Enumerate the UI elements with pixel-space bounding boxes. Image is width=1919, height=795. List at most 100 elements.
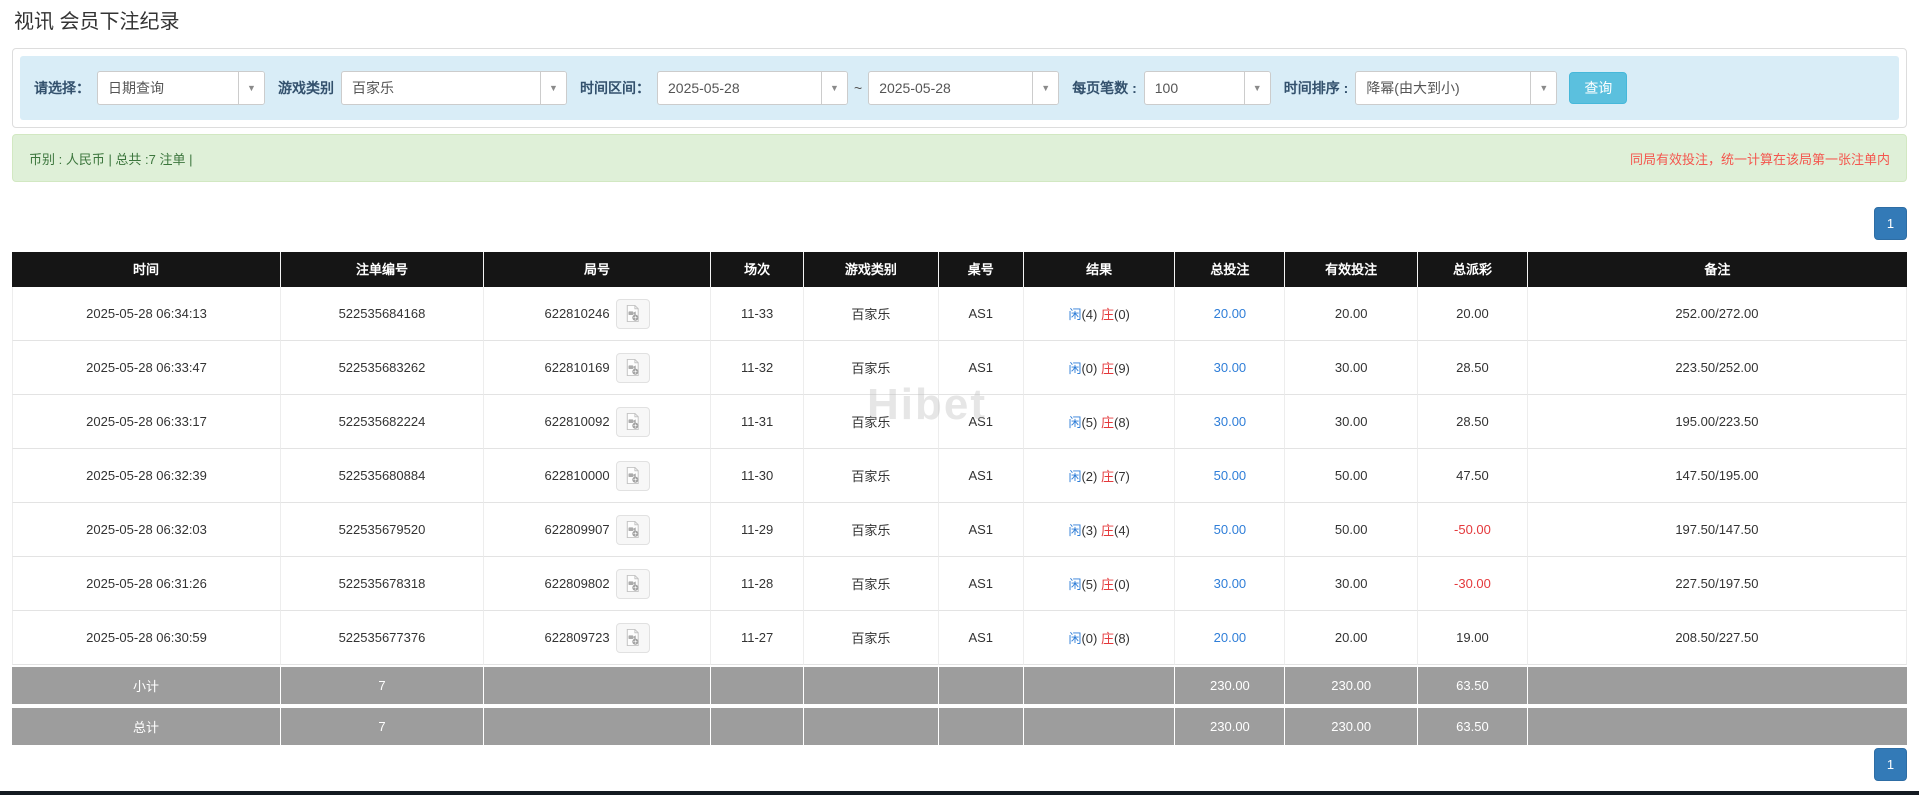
page-size-select[interactable]: 100 ▼: [1143, 71, 1271, 105]
notice-text: 同局有效投注，统一计算在该局第一张注单内: [1629, 151, 1890, 167]
select-type-label: 请选择：: [34, 80, 90, 96]
cell-remark: 208.50/227.50: [1527, 611, 1907, 665]
video-replay-button[interactable]: [615, 298, 650, 329]
result-player: 闲: [1068, 469, 1082, 484]
cell-round-id: 622810000: [483, 449, 712, 503]
video-replay-button[interactable]: [615, 568, 650, 599]
grand-total-count: 7: [281, 708, 484, 745]
result-banker-count: (4): [1113, 523, 1130, 538]
result-player-count: (5): [1081, 577, 1098, 592]
cell-bet-id: 522535678318: [281, 557, 484, 611]
result-banker: 庄: [1100, 415, 1114, 430]
cell-time: 2025-05-28 06:31:26: [12, 557, 282, 611]
cell-table-no: AS1: [938, 449, 1024, 503]
cell-total-bet[interactable]: 30.00: [1175, 557, 1286, 611]
page-1-button[interactable]: 1: [1874, 207, 1907, 240]
result-player-count: (4): [1081, 307, 1098, 322]
cell-session: 11-29: [711, 503, 805, 557]
cell-time: 2025-05-28 06:32:39: [12, 449, 282, 503]
cell-session: 11-30: [711, 449, 805, 503]
filter-panel: 请选择： 日期查询 ▼ 游戏类别 百家乐 ▼ 时间区间： 2025-05-28 …: [12, 48, 1907, 128]
result-player-count: (0): [1081, 631, 1098, 646]
chevron-down-icon: ▼: [238, 72, 264, 104]
video-replay-button[interactable]: [615, 622, 650, 653]
cell-result: 闲(3) 庄(4): [1023, 503, 1176, 557]
cell-total-bet[interactable]: 30.00: [1175, 395, 1286, 449]
cell-total-bet[interactable]: 50.00: [1175, 503, 1286, 557]
cell-remark: 252.00/272.00: [1527, 287, 1907, 341]
video-file-icon: [626, 304, 639, 323]
cell-result: 闲(2) 庄(7): [1023, 449, 1176, 503]
table-row: 2025-05-28 06:33:17 522535682224 622810092…: [12, 395, 1907, 449]
cell-total-bet[interactable]: 20.00: [1175, 611, 1286, 665]
result-banker-count: (9): [1113, 361, 1130, 376]
result-banker: 庄: [1100, 307, 1114, 322]
video-replay-button[interactable]: [615, 352, 650, 383]
search-button[interactable]: 查询: [1569, 72, 1628, 104]
query-type-select[interactable]: 日期查询 ▼: [97, 71, 265, 105]
result-banker: 庄: [1100, 469, 1114, 484]
video-file-icon: [626, 574, 639, 593]
chevron-down-icon: ▼: [1530, 72, 1557, 104]
subtotal-row: 小计 7 230.00 230.00 63.50: [12, 667, 1907, 704]
cell-valid-bet: 20.00: [1285, 287, 1418, 341]
cell-table-no: AS1: [938, 395, 1024, 449]
cell-round-id: 622809802: [483, 557, 712, 611]
subtotal-count: 7: [281, 667, 484, 704]
cell-remark: 197.50/147.50: [1527, 503, 1907, 557]
cell-table-no: AS1: [938, 611, 1024, 665]
cell-game-type: 百家乐: [804, 395, 939, 449]
header-bet-id: 注单编号: [281, 252, 484, 287]
video-replay-button[interactable]: [615, 460, 650, 491]
cell-bet-id: 522535683262: [281, 341, 484, 395]
cell-total-bet[interactable]: 30.00: [1175, 341, 1286, 395]
time-sort-select[interactable]: 降幂(由大到小) ▼: [1355, 71, 1558, 105]
result-player: 闲: [1068, 361, 1082, 376]
cell-result: 闲(5) 庄(8): [1023, 395, 1176, 449]
table-header-row: 时间 注单编号 局号 场次 游戏类别 桌号 结果 总投注 有效投注 总派彩 备注: [12, 252, 1907, 287]
cell-payout: 20.00: [1418, 287, 1528, 341]
video-file-icon: [626, 412, 639, 431]
cell-valid-bet: 30.00: [1285, 395, 1418, 449]
page-1-button[interactable]: 1: [1874, 748, 1907, 781]
date-from-select[interactable]: 2025-05-28 ▼: [657, 71, 848, 105]
round-number: 622810092: [544, 414, 610, 429]
result-player-count: (0): [1081, 361, 1098, 376]
cell-remark: 223.50/252.00: [1527, 341, 1907, 395]
cell-valid-bet: 50.00: [1285, 449, 1418, 503]
round-number: 622810246: [544, 306, 610, 321]
game-type-select[interactable]: 百家乐 ▼: [341, 71, 567, 105]
result-player-count: (2): [1081, 469, 1098, 484]
result-player: 闲: [1068, 307, 1082, 322]
result-player: 闲: [1068, 631, 1082, 646]
cell-result: 闲(5) 庄(0): [1023, 557, 1176, 611]
cell-bet-id: 522535682224: [281, 395, 484, 449]
page-size-label: 每页笔数 :: [1072, 80, 1137, 96]
video-replay-button[interactable]: [615, 514, 650, 545]
round-number: 622809802: [544, 576, 610, 591]
footer-bar: [0, 791, 1919, 795]
summary-bar: 币别 : 人民币 | 总共 :7 注单 | 同局有效投注，统一计算在该局第一张注…: [12, 134, 1907, 182]
date-to-select[interactable]: 2025-05-28 ▼: [868, 71, 1060, 105]
cell-session: 11-31: [711, 395, 805, 449]
cell-payout: 19.00: [1418, 611, 1528, 665]
cell-payout: 28.50: [1418, 395, 1528, 449]
cell-bet-id: 522535684168: [281, 287, 484, 341]
game-type-label: 游戏类别: [278, 80, 334, 96]
cell-total-bet[interactable]: 50.00: [1175, 449, 1286, 503]
cell-game-type: 百家乐: [804, 557, 939, 611]
date-from-value: 2025-05-28: [668, 80, 740, 96]
result-banker: 庄: [1100, 631, 1114, 646]
result-banker-count: (7): [1113, 469, 1130, 484]
result-banker: 庄: [1100, 523, 1114, 538]
pagination-top: 1: [12, 207, 1907, 240]
cell-result: 闲(4) 庄(0): [1023, 287, 1176, 341]
result-player: 闲: [1068, 415, 1082, 430]
cell-time: 2025-05-28 06:33:17: [12, 395, 282, 449]
cell-game-type: 百家乐: [804, 449, 939, 503]
table-row: 2025-05-28 06:30:59 522535677376 622809723…: [12, 611, 1907, 665]
subtotal-payout: 63.50: [1418, 667, 1528, 704]
video-replay-button[interactable]: [615, 406, 650, 437]
cell-table-no: AS1: [938, 341, 1024, 395]
cell-total-bet[interactable]: 20.00: [1175, 287, 1286, 341]
